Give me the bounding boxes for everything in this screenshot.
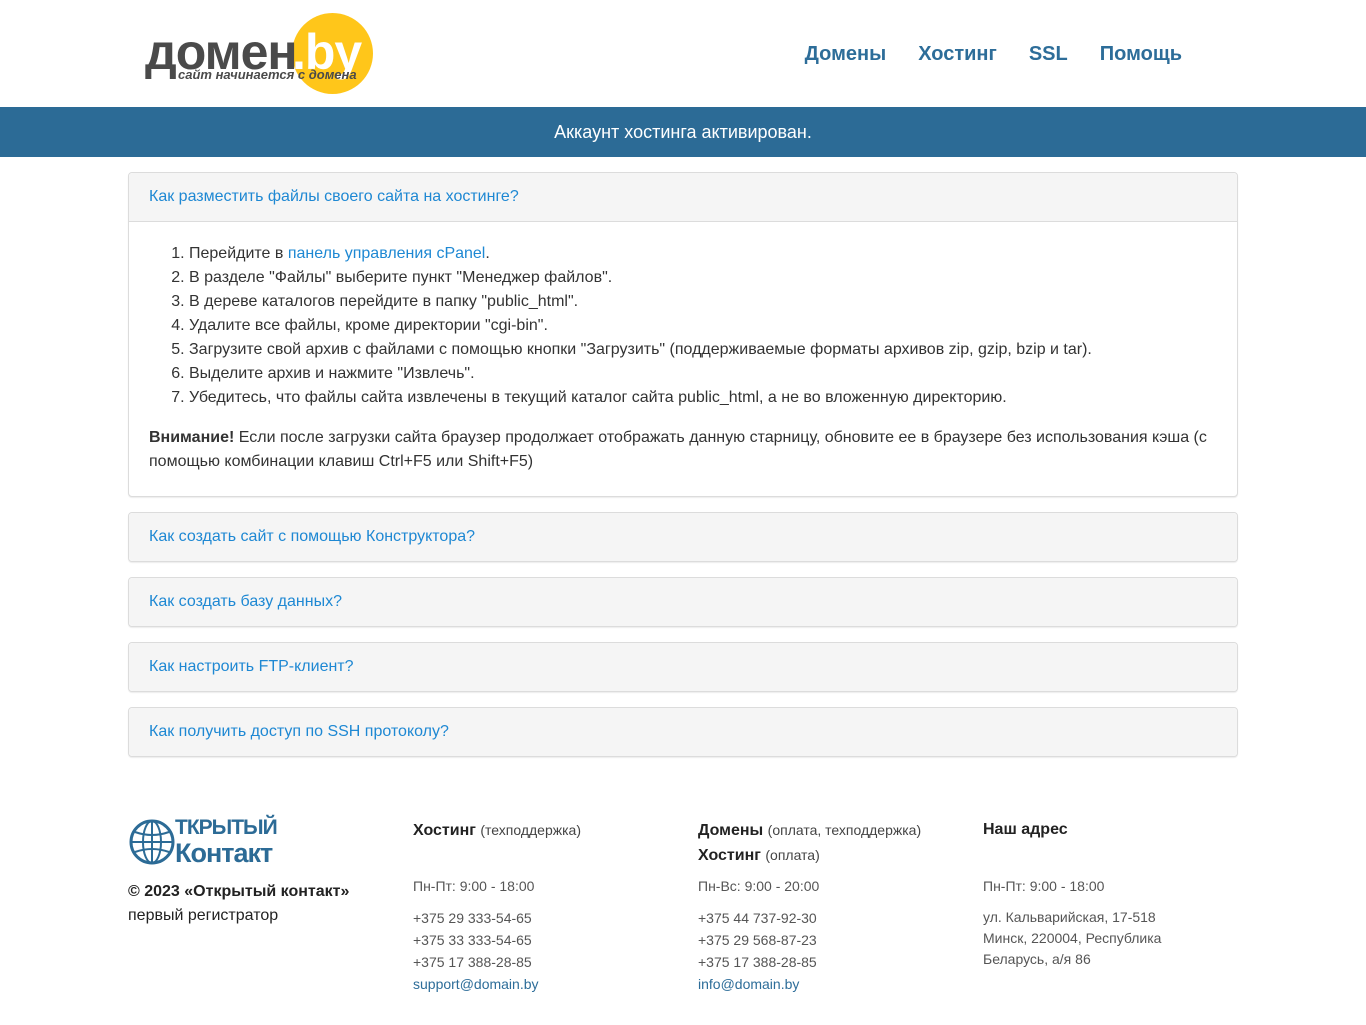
faq-panel-heading: Как настроить FTP-клиент? (129, 643, 1237, 691)
company-logo[interactable]: ТКРЫТЫЙ Контакт (128, 816, 280, 868)
nav-domains[interactable]: Домены (805, 42, 887, 66)
list-item: Загрузите свой архив с файлами с помощью… (189, 338, 1217, 362)
faq-toggle-constructor[interactable]: Как создать сайт с помощью Конструктора? (149, 528, 475, 545)
site-header: домен .by сайт начинается с домена Домен… (0, 0, 1366, 107)
footer-domains: Домены (оплата, техподдержка) Хостинг (о… (698, 818, 968, 992)
nav-help[interactable]: Помощь (1100, 42, 1182, 66)
phone-number: +375 44 737-92-30 (698, 910, 817, 926)
logo-tagline: сайт начинается с домена (178, 67, 357, 82)
footer-heading: Домены (оплата, техподдержка) Хостинг (о… (698, 818, 968, 868)
faq-panel-heading: Как получить доступ по SSH протоколу? (129, 708, 1237, 756)
nav-hosting[interactable]: Хостинг (918, 42, 997, 66)
footer-hosting: Хостинг (техподдержка) Пн-Пт: 9:00 - 18:… (413, 818, 683, 992)
globe-icon (129, 819, 175, 865)
warning-text: Если после загрузки сайта браузер продол… (149, 429, 1207, 470)
status-banner: Аккаунт хостинга активирован. (0, 107, 1366, 157)
footer-heading: Хостинг (техподдержка) (413, 818, 683, 843)
faq-panel-ssh: Как получить доступ по SSH протоколу? (128, 707, 1238, 757)
phone-number: +375 33 333-54-65 (413, 932, 532, 948)
faq-panel-heading: Как создать базу данных? (129, 578, 1237, 626)
heading-subtitle: (оплата) (765, 847, 820, 863)
site-logo[interactable]: домен .by сайт начинается с домена (144, 12, 376, 96)
info-email-link[interactable]: info@domain.by (698, 976, 799, 992)
list-item: В разделе "Файлы" выберите пункт "Менедж… (189, 266, 1217, 290)
support-email-link[interactable]: support@domain.by (413, 976, 539, 992)
contact-lines: +375 44 737-92-30 +375 29 568-87-23 +375… (698, 907, 817, 995)
faq-panel-database: Как создать базу данных? (128, 577, 1238, 627)
heading-subtitle: (техподдержка) (480, 822, 581, 838)
faq-panel-ftp: Как настроить FTP-клиент? (128, 642, 1238, 692)
company-logo-line2: Контакт (175, 838, 273, 868)
working-hours: Пн-Пт: 9:00 - 18:00 (983, 878, 1105, 894)
heading-subtitle: (оплата, техподдержка) (767, 822, 922, 838)
copyright-text: © 2023 «Открытый контакт» (128, 883, 350, 900)
heading-text: Домены (698, 822, 764, 839)
faq-panel-body: Перейдите в панель управления cPanel. В … (129, 222, 1237, 496)
faq-toggle-ssh[interactable]: Как получить доступ по SSH протоколу? (149, 723, 449, 740)
faq-panel-heading: Как создать сайт с помощью Конструктора? (129, 513, 1237, 561)
upload-steps-list: Перейдите в панель управления cPanel. В … (149, 242, 1217, 410)
main-nav: Домены Хостинг SSL Помощь (805, 42, 1182, 66)
list-item: Перейдите в панель управления cPanel. (189, 242, 1217, 266)
nav-ssl[interactable]: SSL (1029, 42, 1068, 66)
company-logo-line1: ТКРЫТЫЙ (175, 816, 278, 839)
contact-lines: +375 29 333-54-65 +375 33 333-54-65 +375… (413, 907, 539, 995)
phone-number: +375 29 333-54-65 (413, 910, 532, 926)
postal-address: ул. Кальварийская, 17-518 Минск, 220004,… (983, 909, 1162, 967)
faq-toggle-ftp[interactable]: Как настроить FTP-клиент? (149, 658, 354, 675)
heading-text: Хостинг (698, 847, 761, 864)
list-item: Выделите архив и нажмите "Извлечь". (189, 362, 1217, 386)
working-hours: Пн-Пт: 9:00 - 18:00 (413, 878, 535, 894)
list-item: Удалите все файлы, кроме директории "cgi… (189, 314, 1217, 338)
list-item: Убедитесь, что файлы сайта извлечены в т… (189, 386, 1217, 410)
faq-toggle-upload-files[interactable]: Как разместить файлы своего сайта на хос… (149, 188, 519, 205)
faq-toggle-database[interactable]: Как создать базу данных? (149, 593, 342, 610)
copyright: © 2023 «Открытый контакт» первый регистр… (128, 880, 398, 928)
phone-number: +375 17 388-28-85 (698, 954, 817, 970)
phone-number: +375 29 568-87-23 (698, 932, 817, 948)
footer-heading: Наш адрес (983, 821, 1068, 838)
company-desc: первый регистратор (128, 907, 279, 924)
faq-panel-upload-files: Как разместить файлы своего сайта на хос… (128, 172, 1238, 497)
step-text: Перейдите в (189, 245, 288, 262)
cpanel-link[interactable]: панель управления cPanel (288, 245, 486, 262)
faq-accordion: Как разместить файлы своего сайта на хос… (128, 172, 1238, 772)
step-text: . (485, 245, 490, 262)
list-item: В дереве каталогов перейдите в папку "pu… (189, 290, 1217, 314)
footer-address: Наш адрес Пн-Пт: 9:00 - 18:00 ул. Кальва… (983, 818, 1253, 967)
warning-note: Внимание! Если после загрузки сайта брау… (149, 426, 1217, 474)
faq-panel-heading: Как разместить файлы своего сайта на хос… (129, 173, 1237, 222)
footer-company: ТКРЫТЫЙ Контакт © 2023 «Открытый контакт… (128, 816, 398, 928)
faq-panel-constructor: Как создать сайт с помощью Конструктора? (128, 512, 1238, 562)
site-footer: ТКРЫТЫЙ Контакт © 2023 «Открытый контакт… (128, 816, 1238, 1008)
warning-label: Внимание! (149, 429, 235, 446)
working-hours: Пн-Вс: 9:00 - 20:00 (698, 878, 820, 894)
heading-text: Хостинг (413, 822, 476, 839)
phone-number: +375 17 388-28-85 (413, 954, 532, 970)
